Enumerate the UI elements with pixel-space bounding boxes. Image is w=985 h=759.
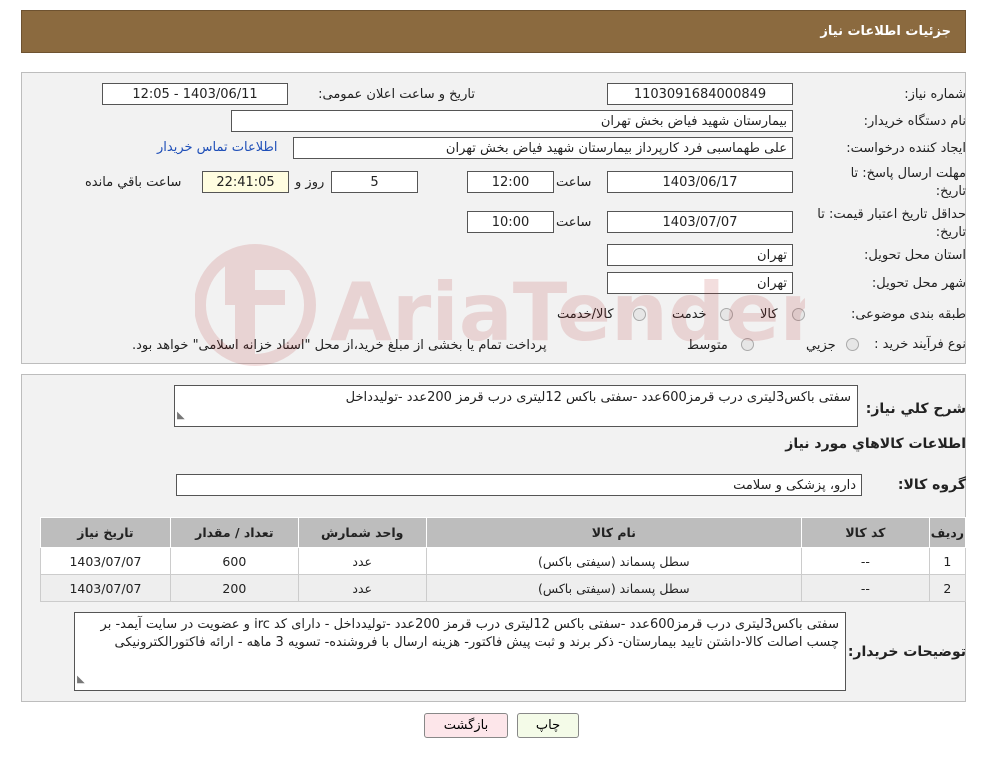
resize-grip-icon[interactable]: ◢ bbox=[77, 671, 85, 689]
price-validity-label-line2: تاریخ: bbox=[935, 225, 966, 240]
announce-datetime-label: تاریخ و ساعت اعلان عمومی: bbox=[318, 87, 475, 102]
general-description-field: سفتی باکس3لیتری درب قرمز600عدد -سفتی باک… bbox=[174, 385, 858, 427]
general-description-text: سفتی باکس3لیتری درب قرمز600عدد -سفتی باک… bbox=[345, 390, 851, 405]
cell-unit: عدد bbox=[297, 547, 427, 575]
table-row: 2 -- سطل پسماند (سیفتی باکس) عدد 200 140… bbox=[40, 574, 967, 602]
requester-field: علی طهماسبی فرد کارپرداز بیمارستان شهید … bbox=[293, 137, 793, 159]
goods-section-title: اطلاعات کالاهاي مورد نياز bbox=[785, 436, 966, 452]
delivery-city-field: تهران bbox=[607, 272, 793, 294]
resize-grip-icon[interactable]: ◢ bbox=[177, 407, 185, 425]
buyer-notes-field: سفتی باکس3لیتری درب قرمز600عدد -سفتی باک… bbox=[74, 612, 846, 691]
remaining-time: 22:41:05 bbox=[202, 171, 289, 193]
cell-unit: عدد bbox=[297, 574, 427, 602]
cell-goods-name: سطل پسماند (سیفتی باکس) bbox=[425, 574, 803, 602]
reply-deadline-time: 12:00 bbox=[467, 171, 554, 193]
price-validity-date: 1403/07/07 bbox=[607, 211, 793, 233]
buyer-notes-label: توضیحات خریدار: bbox=[847, 644, 966, 660]
category-option-goods-service: کالا/خدمت bbox=[557, 307, 614, 322]
back-button[interactable]: بازگشت bbox=[424, 713, 508, 738]
process-radio-medium[interactable] bbox=[741, 338, 754, 351]
page-title: جزئیات اطلاعات نیاز bbox=[820, 24, 951, 39]
delivery-city-label: شهر محل تحویل: bbox=[871, 276, 966, 291]
need-number-field: 1103091684000849 bbox=[607, 83, 793, 105]
items-table-header: رديف کد کالا نام کالا واحد شمارش تعداد /… bbox=[40, 517, 967, 548]
process-option-medium: متوسط bbox=[687, 338, 728, 353]
buyer-org-field: بیمارستان شهید فیاض بخش تهران bbox=[231, 110, 793, 132]
col-goods-code: کد کالا bbox=[801, 517, 930, 548]
cell-row-number: 1 bbox=[928, 547, 967, 575]
goods-group-field: دارو، پزشکی و سلامت bbox=[176, 474, 862, 496]
reply-deadline-date: 1403/06/17 bbox=[607, 171, 793, 193]
delivery-province-label: استان محل تحویل: bbox=[864, 248, 966, 263]
col-quantity: تعداد / مقدار bbox=[169, 517, 299, 548]
general-description-label: شرح کلي نياز: bbox=[865, 401, 966, 417]
remaining-time-label: ساعت باقي مانده bbox=[85, 175, 182, 190]
cell-need-date: 1403/07/07 bbox=[40, 574, 171, 602]
cell-row-number: 2 bbox=[928, 574, 967, 602]
delivery-province-field: تهران bbox=[607, 244, 793, 266]
reply-deadline-label-line1: مهلت ارسال پاسخ: تا bbox=[850, 166, 966, 181]
category-option-service: خدمت bbox=[672, 307, 707, 322]
cell-quantity: 600 bbox=[169, 547, 299, 575]
reply-deadline-label-line2: تاریخ: bbox=[935, 184, 966, 199]
page-header: جزئیات اطلاعات نیاز bbox=[21, 10, 966, 53]
treasury-payment-note: پرداخت تمام یا بخشی از مبلغ خرید،از محل … bbox=[132, 338, 547, 353]
requester-label: ایجاد کننده درخواست: bbox=[846, 141, 966, 156]
table-row: 1 -- سطل پسماند (سیفتی باکس) عدد 600 140… bbox=[40, 547, 967, 575]
price-validity-time: 10:00 bbox=[467, 211, 554, 233]
remaining-days: 5 bbox=[331, 171, 418, 193]
reply-deadline-time-label: ساعت bbox=[556, 175, 592, 190]
items-table: رديف کد کالا نام کالا واحد شمارش تعداد /… bbox=[40, 517, 967, 602]
category-radio-service[interactable] bbox=[720, 308, 733, 321]
category-radio-goods[interactable] bbox=[792, 308, 805, 321]
print-button[interactable]: چاپ bbox=[517, 713, 579, 738]
cell-goods-code: -- bbox=[801, 574, 930, 602]
col-need-date: تاریخ نیاز bbox=[40, 517, 171, 548]
cell-quantity: 200 bbox=[169, 574, 299, 602]
buyer-notes-text: سفتی باکس3لیتری درب قرمز600عدد -سفتی باک… bbox=[100, 617, 839, 650]
cell-need-date: 1403/07/07 bbox=[40, 547, 171, 575]
category-option-goods: کالا bbox=[760, 307, 778, 322]
col-unit: واحد شمارش bbox=[297, 517, 427, 548]
cell-goods-code: -- bbox=[801, 547, 930, 575]
col-row-number: رديف bbox=[928, 517, 967, 548]
buyer-contact-link[interactable]: اطلاعات تماس خریدار bbox=[157, 140, 277, 155]
remaining-days-label: روز و bbox=[295, 175, 325, 190]
col-goods-name: نام کالا bbox=[425, 517, 803, 548]
purchase-process-label: نوع فرآیند خرید : bbox=[874, 337, 966, 352]
price-validity-time-label: ساعت bbox=[556, 215, 592, 230]
need-number-label: شماره نیاز: bbox=[904, 87, 966, 102]
category-radio-goods-service[interactable] bbox=[633, 308, 646, 321]
buyer-org-label: نام دستگاه خریدار: bbox=[863, 114, 966, 129]
cell-goods-name: سطل پسماند (سیفتی باکس) bbox=[425, 547, 803, 575]
price-validity-label-line1: حداقل تاریخ اعتبار قیمت: تا bbox=[817, 207, 966, 222]
category-label: طبقه بندی موضوعی: bbox=[850, 307, 966, 322]
goods-group-label: گروه کالا: bbox=[897, 477, 966, 493]
process-option-minor: جزيي bbox=[806, 338, 836, 353]
process-radio-minor[interactable] bbox=[846, 338, 859, 351]
announce-datetime-field: 1403/06/11 - 12:05 bbox=[102, 83, 288, 105]
